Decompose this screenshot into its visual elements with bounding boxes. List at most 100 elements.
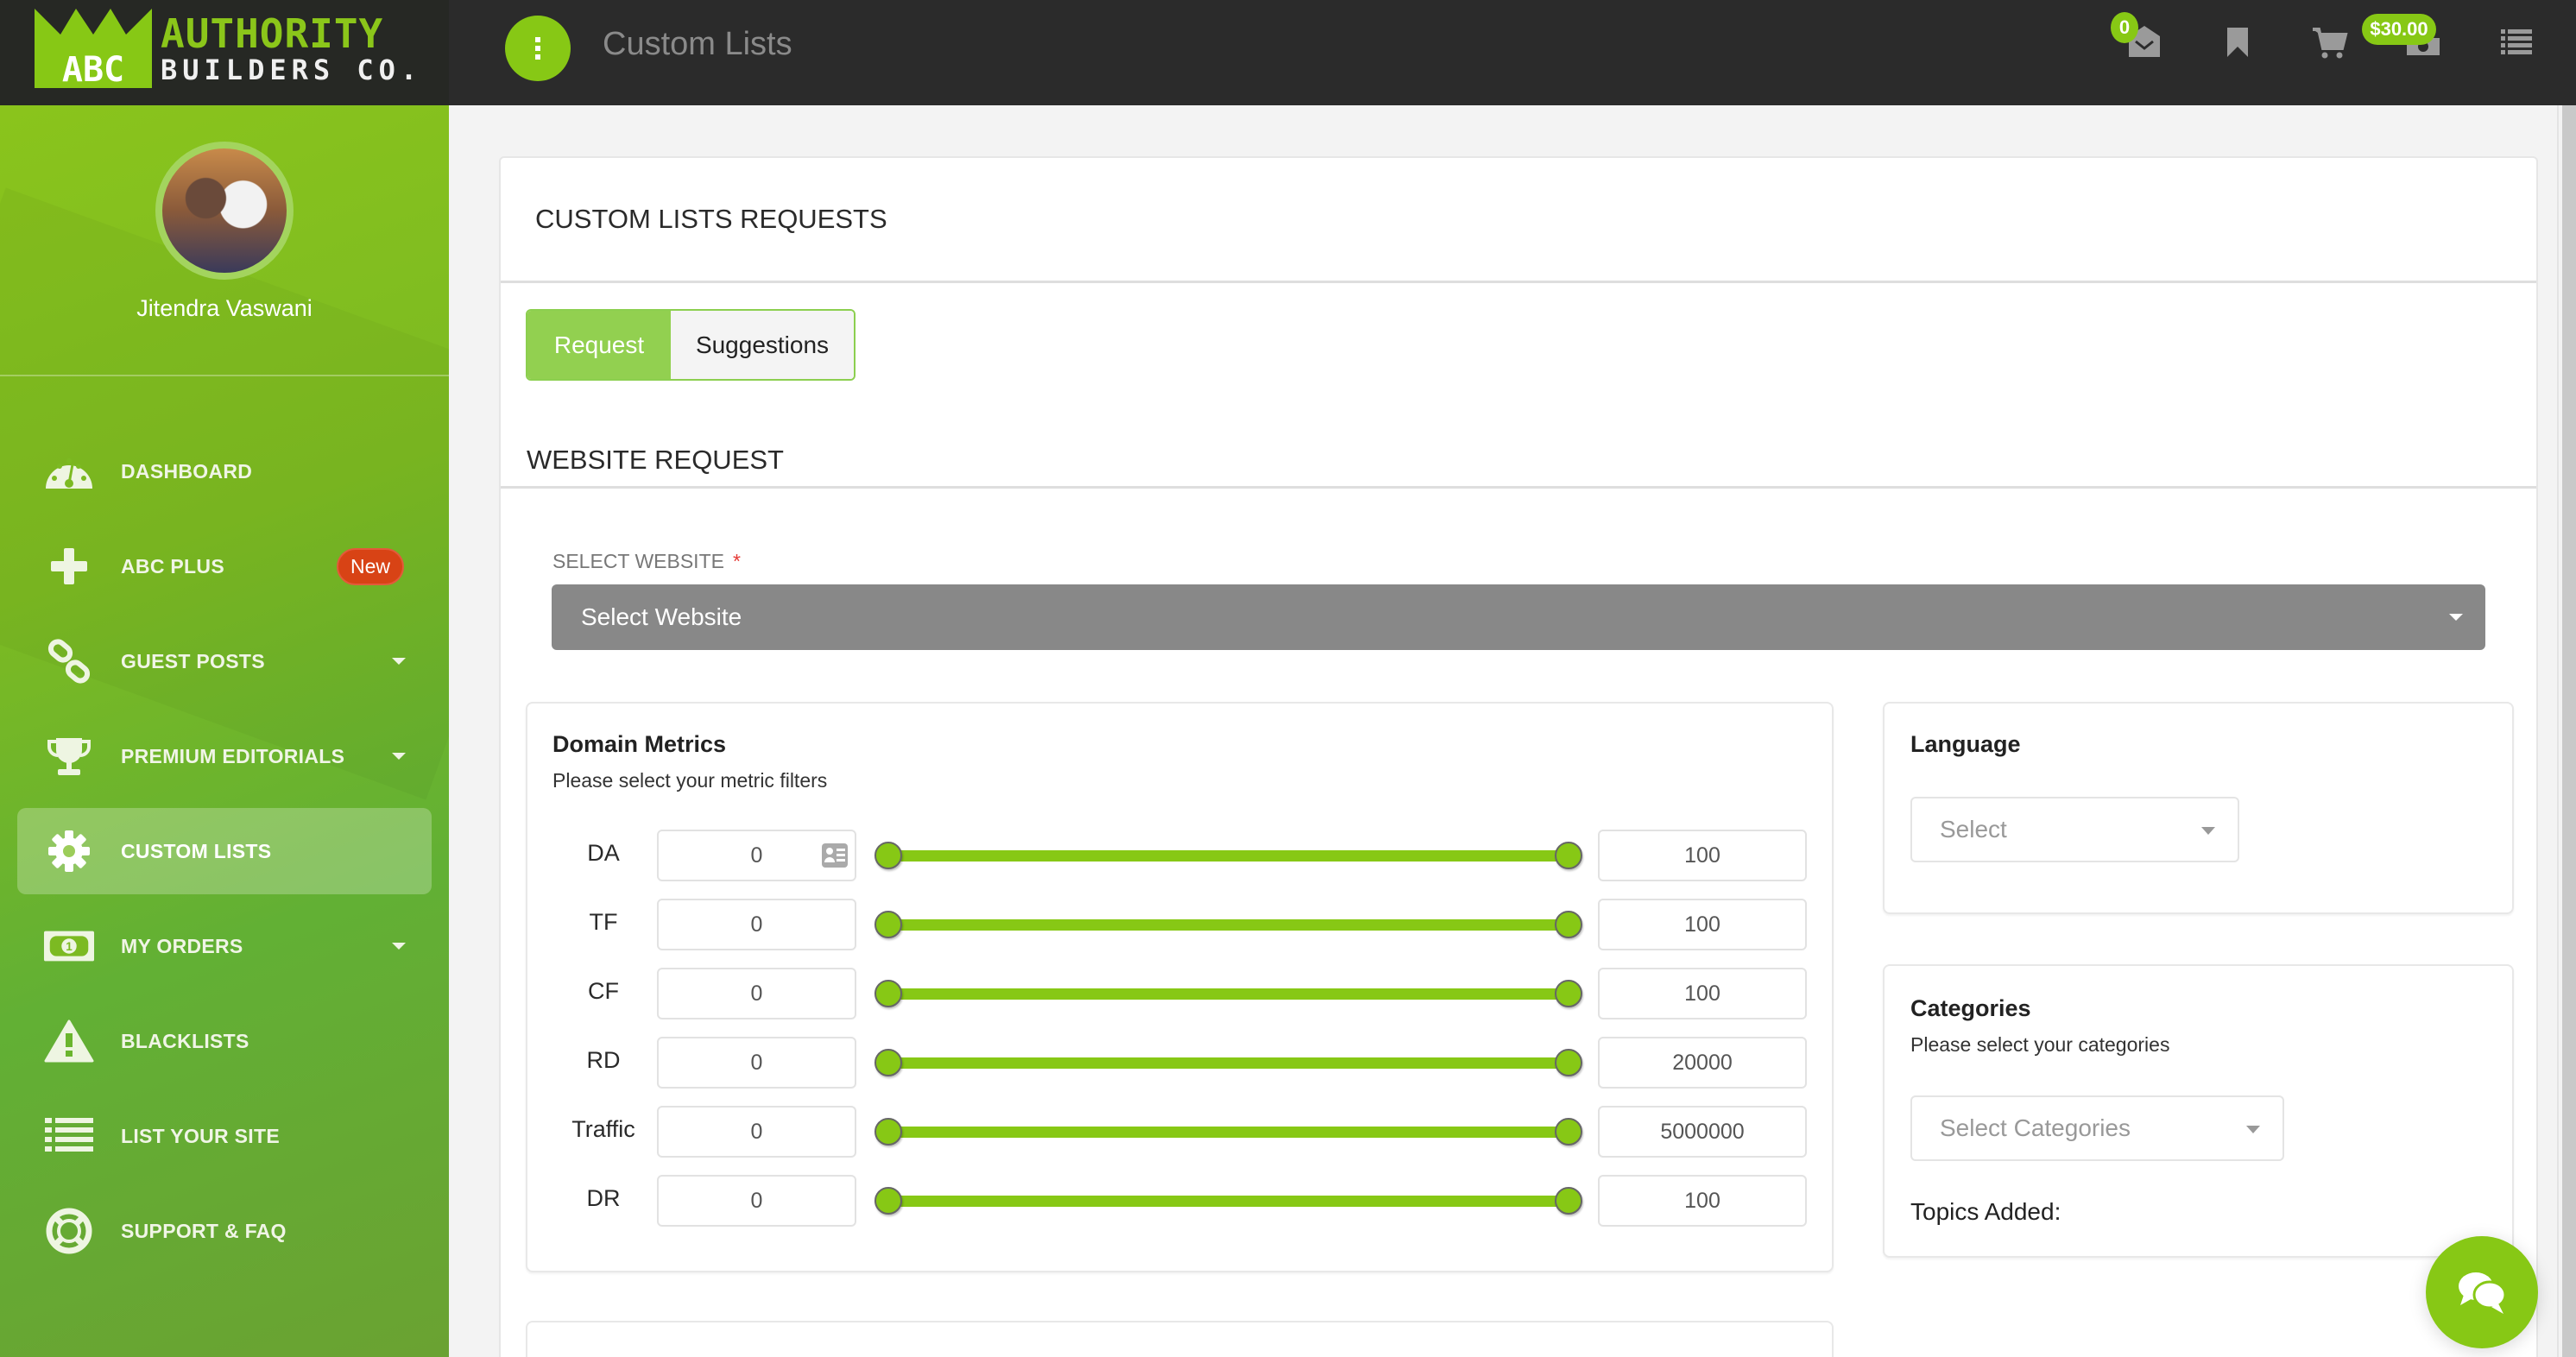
metric-row: DR 0 100 (526, 1175, 1834, 1227)
range-slider-min-handle[interactable] (874, 1118, 902, 1146)
logo[interactable]: ABC AUTHORITY BUILDERS CO. (0, 0, 449, 105)
metric-min-value: 0 (750, 1119, 763, 1144)
sidebar-item-dashboard[interactable]: DASHBOARD (17, 428, 432, 514)
metric-max-value: 20000 (1672, 1050, 1733, 1075)
metric-min-input[interactable]: 0 (657, 1175, 856, 1227)
range-slider-min-handle[interactable] (874, 1187, 902, 1215)
sidebar-item-custom-lists[interactable]: CUSTOM LISTS (17, 808, 432, 894)
list-menu-button[interactable] (2497, 22, 2535, 60)
list-icon (2501, 29, 2532, 54)
metric-max-input[interactable]: 20000 (1598, 1037, 1807, 1089)
range-slider-max-handle[interactable] (1555, 1118, 1582, 1146)
metric-min-value: 0 (750, 1050, 763, 1075)
warning-icon (43, 1015, 95, 1067)
sidebar-item-premium-editorials[interactable]: PREMIUM EDITORIALS (17, 713, 432, 799)
sidebar-item-guest-posts[interactable]: GUEST POSTS (17, 618, 432, 704)
range-slider-max-handle[interactable] (1555, 1187, 1582, 1215)
sidebar-item-abc-plus[interactable]: ABC PLUS New (17, 523, 432, 609)
metric-max-input[interactable]: 100 (1598, 899, 1807, 950)
chat-bubbles-icon (2459, 1272, 2507, 1314)
metric-min-value: 0 (750, 1188, 763, 1213)
range-slider-track[interactable] (874, 911, 1582, 938)
chevron-down-icon (392, 658, 406, 665)
tab-suggestions[interactable]: Suggestions (671, 311, 854, 379)
range-slider-track[interactable] (874, 842, 1582, 869)
metric-min-value: 0 (750, 981, 763, 1006)
range-slider-max-handle[interactable] (1555, 980, 1582, 1007)
categories-title: Categories (1910, 995, 2031, 1021)
metric-min-input[interactable]: 0 (657, 1037, 856, 1089)
metric-max-input[interactable]: 100 (1598, 968, 1807, 1019)
categories-select[interactable]: Select Categories (1910, 1095, 2284, 1161)
card-header-divider (501, 281, 2536, 283)
logo-line1: AUTHORITY (161, 10, 384, 57)
categories-select-placeholder: Select Categories (1940, 1114, 2131, 1141)
sidebar-divider (0, 375, 449, 376)
required-mark: * (732, 550, 741, 572)
dashboard-gauge-icon (43, 445, 95, 497)
range-slider-max-handle[interactable] (1555, 911, 1582, 938)
plus-icon (43, 540, 95, 592)
metric-min-input[interactable]: 0 (657, 968, 856, 1019)
select-website-dropdown[interactable]: Select Website (552, 584, 2485, 650)
range-slider-track[interactable] (874, 1049, 1582, 1076)
metric-min-value: 0 (750, 912, 763, 937)
sidebar-item-my-orders[interactable]: 1 MY ORDERS (17, 903, 432, 989)
list-icon (43, 1110, 95, 1162)
metric-min-input[interactable]: 0 (657, 899, 856, 950)
metric-row: RD 0 20000 (526, 1037, 1834, 1089)
sidebar-item-label: LIST YOUR SITE (121, 1124, 280, 1147)
chevron-down-icon (2201, 827, 2215, 835)
metric-max-input[interactable]: 100 (1598, 1175, 1807, 1227)
section-divider (501, 486, 2536, 489)
select-website-value: Select Website (581, 603, 742, 630)
cart-button[interactable] (2311, 22, 2349, 60)
messages-count-badge: 0 (2111, 12, 2138, 43)
top-bar: ABC AUTHORITY BUILDERS CO. Custom Lists … (0, 0, 2576, 105)
range-slider-track[interactable] (874, 980, 1582, 1007)
sidebar-item-label: BLACKLISTS (121, 1029, 249, 1052)
language-select[interactable]: Select (1910, 797, 2239, 862)
language-title: Language (1910, 731, 2021, 757)
categories-subtitle: Please select your categories (1910, 1033, 2170, 1056)
sidebar-item-label: DASHBOARD (121, 459, 253, 483)
metric-max-input[interactable]: 100 (1598, 830, 1807, 881)
logo-line2: BUILDERS CO. (161, 54, 423, 86)
chevron-down-icon (392, 753, 406, 760)
sidebar-item-blacklists[interactable]: BLACKLISTS (17, 998, 432, 1084)
range-slider-min-handle[interactable] (874, 911, 902, 938)
bookmark-button[interactable] (2219, 22, 2257, 60)
sidebar-item-support-faq[interactable]: SUPPORT & FAQ (17, 1188, 432, 1274)
language-select-placeholder: Select (1940, 816, 2007, 843)
range-slider-min-handle[interactable] (874, 1049, 902, 1076)
range-slider-max-handle[interactable] (1555, 842, 1582, 869)
lifebuoy-icon (43, 1205, 95, 1257)
range-slider-min-handle[interactable] (874, 842, 902, 869)
metric-max-input[interactable]: 5000000 (1598, 1106, 1807, 1158)
range-slider-max-handle[interactable] (1555, 1049, 1582, 1076)
chevron-down-icon (2449, 614, 2463, 621)
user-name[interactable]: Jitendra Vaswani (0, 295, 449, 322)
cart-icon (2313, 28, 2348, 59)
bookmark-icon (2227, 28, 2248, 57)
select-website-label-text: SELECT WEBSITE (552, 550, 724, 572)
metric-min-input[interactable]: 0 (657, 830, 856, 881)
chevron-down-icon (392, 943, 406, 950)
range-slider-min-handle[interactable] (874, 980, 902, 1007)
chat-button[interactable] (2426, 1236, 2538, 1348)
sidebar-item-label: SUPPORT & FAQ (121, 1219, 287, 1242)
metric-max-value: 100 (1684, 843, 1720, 868)
range-slider-track[interactable] (874, 1118, 1582, 1146)
scrollbar-thumb[interactable] (2562, 105, 2576, 1357)
tab-request[interactable]: Request (527, 311, 671, 379)
menu-toggle-button[interactable] (505, 16, 571, 81)
metric-min-input[interactable]: 0 (657, 1106, 856, 1158)
avatar[interactable] (155, 142, 294, 280)
contact-card-icon[interactable] (822, 843, 848, 868)
sidebar-item-label: MY ORDERS (121, 934, 243, 957)
range-slider-track[interactable] (874, 1187, 1582, 1215)
metric-min-value: 0 (750, 843, 763, 868)
sidebar-item-list-your-site[interactable]: LIST YOUR SITE (17, 1093, 432, 1179)
page-title: Custom Lists (603, 26, 792, 62)
logo-mark: ABC (62, 50, 124, 88)
